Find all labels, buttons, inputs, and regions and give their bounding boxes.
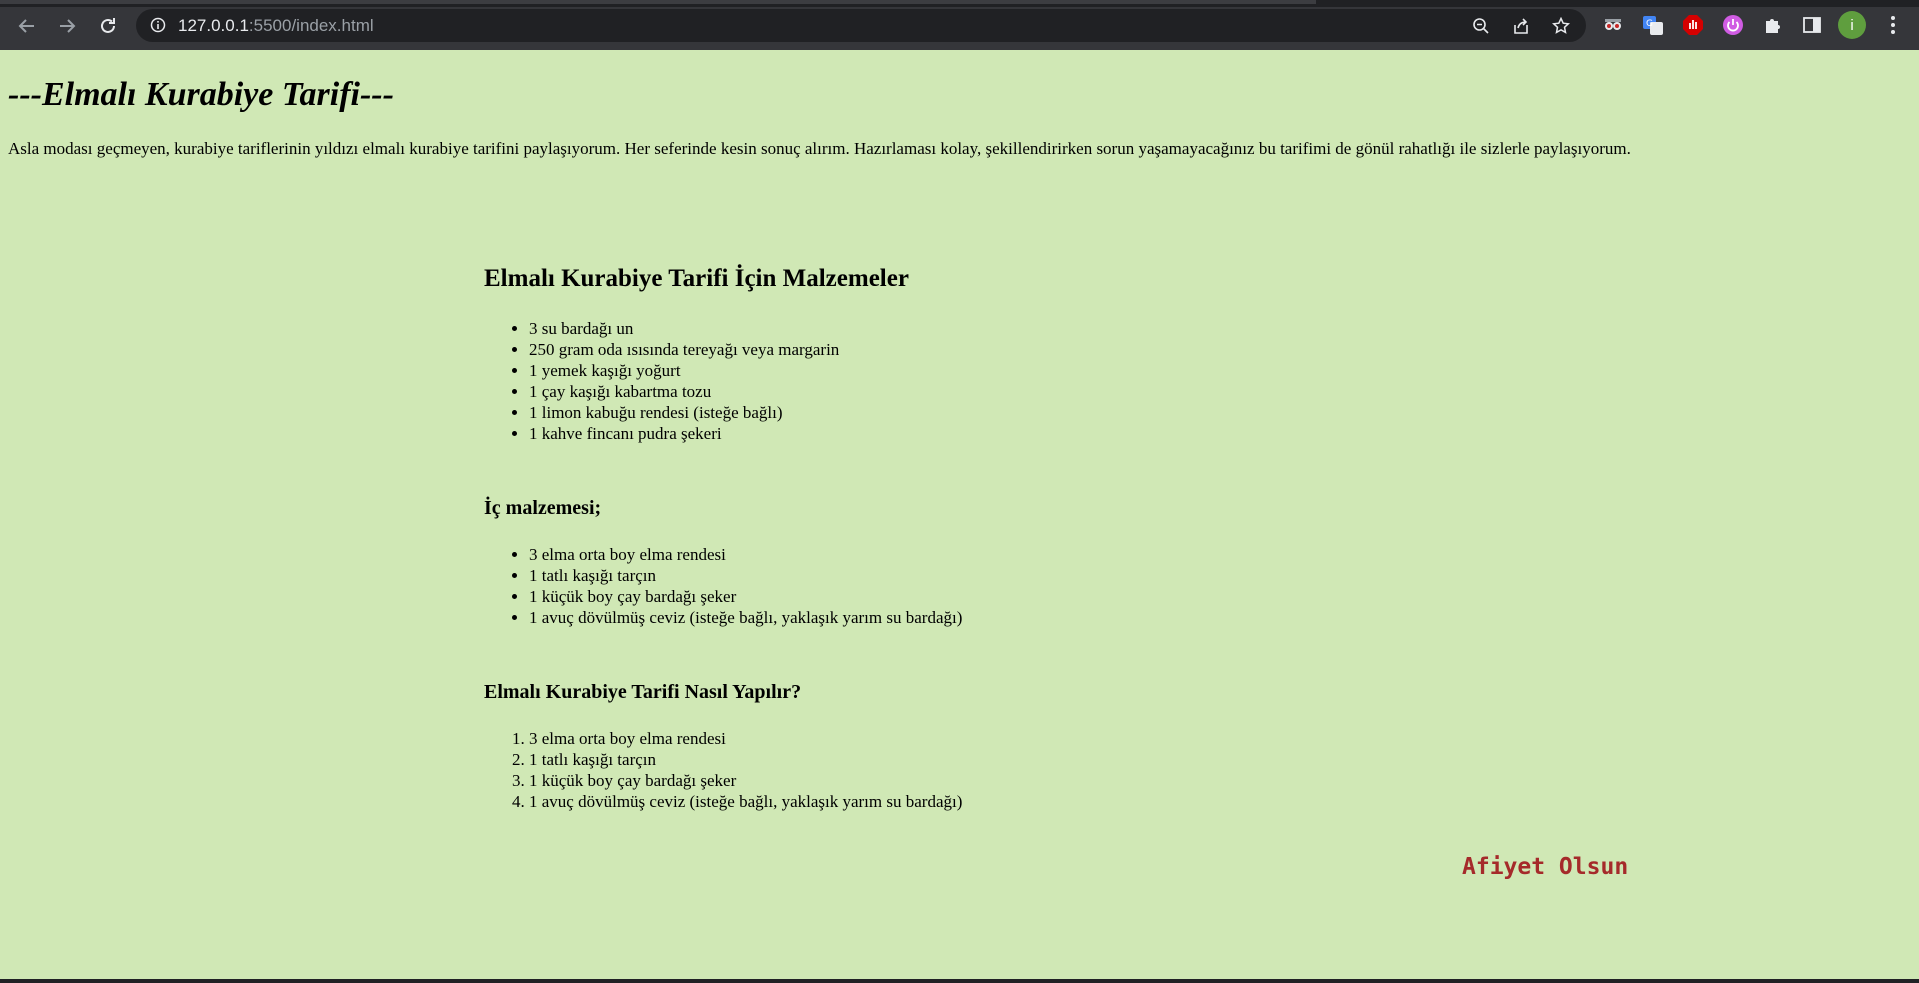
active-tab[interactable]	[0, 0, 1316, 4]
intro-paragraph: Asla modası geçmeyen, kurabiye tarifleri…	[8, 139, 1631, 158]
list-item: 1 yemek kaşığı yoğurt	[529, 360, 839, 381]
svg-text:G: G	[1646, 19, 1653, 29]
forward-button[interactable]	[52, 11, 82, 41]
reload-button[interactable]	[93, 11, 123, 41]
list-item: 1 küçük boy çay bardağı şeker	[529, 586, 962, 607]
power-extension-icon[interactable]	[1721, 13, 1745, 37]
window-bottom-edge	[0, 979, 1919, 983]
side-panel-icon[interactable]	[1800, 13, 1824, 37]
url-host: 127.0.0.1	[178, 16, 249, 35]
list-item: 3 elma orta boy elma rendesi	[529, 544, 962, 565]
list-item: 3 elma orta boy elma rendesi	[529, 728, 962, 749]
zoom-out-icon[interactable]	[1471, 17, 1491, 35]
info-icon[interactable]	[150, 17, 166, 38]
filling-heading: İç malzemesi;	[484, 497, 602, 519]
spy-extension-icon[interactable]	[1601, 13, 1625, 37]
list-item: 1 avuç dövülmüş ceviz (isteğe bağlı, yak…	[529, 607, 962, 628]
reload-icon	[101, 18, 115, 33]
list-item: 3 su bardağı un	[529, 318, 839, 339]
address-bar[interactable]: 127.0.0.1:5500/index.html	[136, 9, 1586, 42]
steps-list: 3 elma orta boy elma rendesi 1 tatlı kaş…	[484, 728, 962, 812]
adblock-icon[interactable]	[1681, 13, 1705, 37]
list-item: 1 limon kabuğu rendesi (isteğe bağlı)	[529, 402, 839, 423]
filling-list: 3 elma orta boy elma rendesi 1 tatlı kaş…	[484, 544, 962, 628]
ingredients-list: 3 su bardağı un 250 gram oda ısısında te…	[484, 318, 839, 444]
ingredients-heading: Elmalı Kurabiye Tarifi İçin Malzemeler	[484, 265, 909, 292]
translate-icon[interactable]: G	[1641, 13, 1665, 37]
list-item: 1 çay kaşığı kabartma tozu	[529, 381, 839, 402]
share-icon[interactable]	[1511, 17, 1531, 35]
back-button[interactable]	[12, 11, 42, 41]
profile-avatar[interactable]: i	[1838, 11, 1866, 39]
list-item: 1 avuç dövülmüş ceviz (isteğe bağlı, yak…	[529, 791, 962, 812]
list-item: 1 kahve fincanı pudra şekeri	[529, 423, 839, 444]
steps-heading: Elmalı Kurabiye Tarifi Nasıl Yapılır?	[484, 681, 802, 703]
puzzle-icon[interactable]	[1761, 13, 1785, 37]
page-content: ---Elmalı Kurabiye Tarifi--- Asla modası…	[0, 50, 1919, 979]
arrow-right-icon	[60, 19, 76, 33]
list-item: 250 gram oda ısısında tereyağı veya marg…	[529, 339, 839, 360]
signoff-text: Afiyet Olsun	[1462, 854, 1629, 880]
star-icon[interactable]	[1551, 17, 1571, 35]
list-item: 1 tatlı kaşığı tarçın	[529, 565, 962, 586]
tab-strip	[0, 0, 1919, 7]
list-item: 1 tatlı kaşığı tarçın	[529, 749, 962, 770]
arrow-left-icon	[18, 19, 34, 33]
url-path: :5500/index.html	[248, 16, 374, 35]
browser-toolbar: 127.0.0.1:5500/index.html G i	[0, 0, 1919, 50]
page-title: ---Elmalı Kurabiye Tarifi---	[8, 76, 394, 113]
list-item: 1 küçük boy çay bardağı şeker	[529, 770, 962, 791]
url-text[interactable]: 127.0.0.1:5500/index.html	[178, 16, 374, 36]
kebab-menu-icon[interactable]	[1881, 13, 1905, 37]
